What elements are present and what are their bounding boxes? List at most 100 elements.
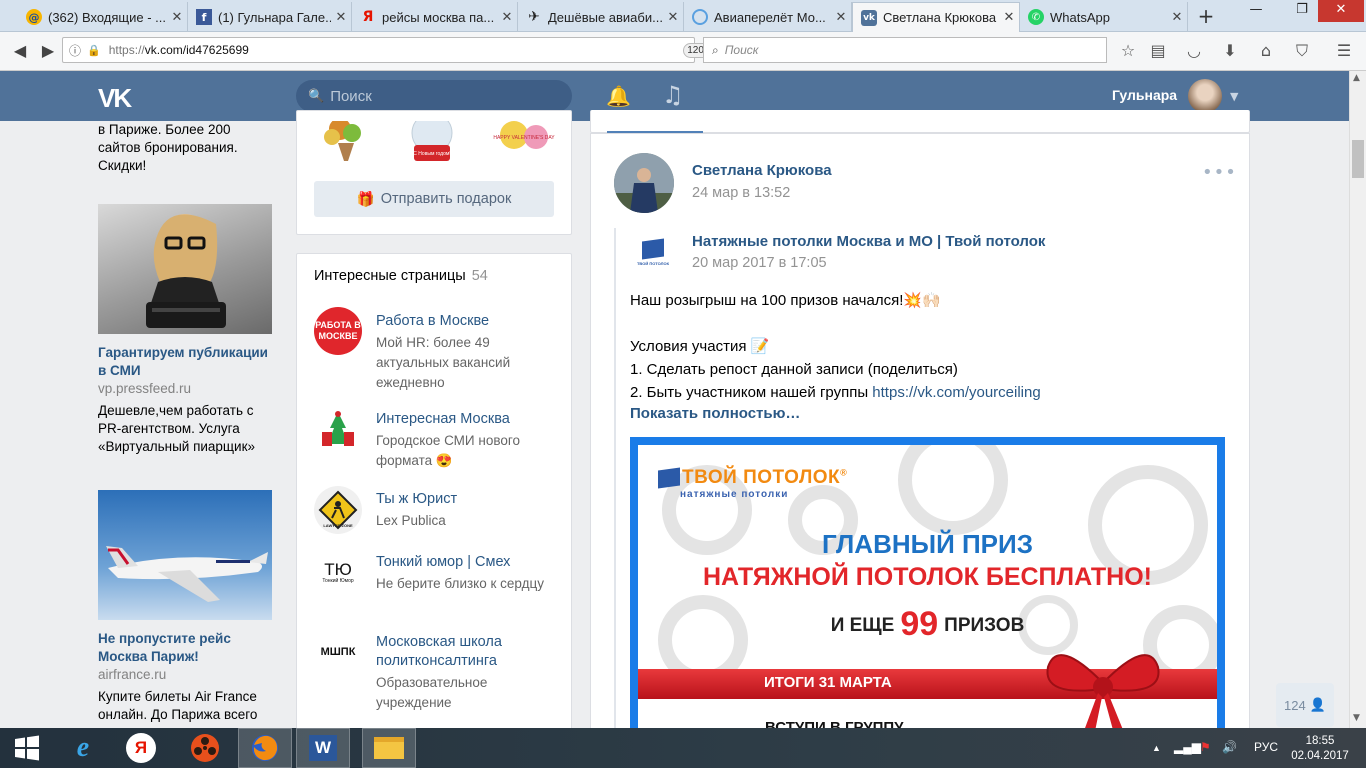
new-tab-button[interactable]: + xyxy=(1194,4,1218,28)
file-explorer-icon[interactable] xyxy=(362,728,416,768)
repost-date[interactable]: 20 мар 2017 в 17:05 xyxy=(692,255,827,271)
gift-bouquet[interactable] xyxy=(324,118,361,161)
ad-domain: airfrance.ru xyxy=(98,667,167,682)
close-icon[interactable]: ✕ xyxy=(999,10,1019,25)
tab-yandex[interactable]: Я рейсы москва па... ✕ xyxy=(352,2,518,32)
yandex-browser-icon[interactable]: Я xyxy=(114,728,168,768)
post-text-line: 1. Сделать репост данной записи (поделит… xyxy=(630,361,958,378)
banner-footer-text: ВСТУПИ В ГРУППУ xyxy=(765,719,904,728)
yandex-icon: Я xyxy=(362,9,374,25)
close-icon[interactable]: ✕ xyxy=(831,10,851,25)
gift-snowglobe[interactable]: С Новым годом! xyxy=(411,112,453,161)
page-avatar: РАБОТА В МОСКВЕ xyxy=(314,307,362,355)
interesting-page-item[interactable]: РАБОТА В МОСКВЕ Работа в Москве Мой HR: … xyxy=(314,307,554,397)
ad-title[interactable]: Не пропустите рейс Москва Париж! xyxy=(98,630,273,666)
tab-mail[interactable]: @ (362) Входящие - ... ✕ xyxy=(18,2,188,32)
volume-icon[interactable]: 🔊 xyxy=(1222,740,1237,754)
browser-search-input[interactable]: ⌕ Поиск xyxy=(703,37,1107,63)
scroll-down-icon[interactable]: ▼ xyxy=(1353,713,1360,723)
avatar[interactable] xyxy=(614,153,674,213)
pocket-icon[interactable]: ◡ xyxy=(1182,41,1206,60)
tab-facebook[interactable]: f (1) Гульнара Гале... ✕ xyxy=(188,2,352,32)
interesting-page-item[interactable]: МШПК Московская школа политконсалтинга О… xyxy=(314,628,554,718)
bell-icon[interactable]: 🔔 xyxy=(606,84,631,108)
scrollbar-thumb[interactable] xyxy=(1352,140,1364,178)
ad-image-typewriter-woman[interactable] xyxy=(98,204,272,334)
word-icon[interactable]: W xyxy=(296,728,350,768)
interesting-page-item[interactable]: Интересная Москва Городское СМИ нового ф… xyxy=(314,406,554,476)
close-icon[interactable]: ✕ xyxy=(663,10,683,25)
forward-arrow-icon[interactable]: ▶ xyxy=(36,41,60,60)
maximize-button[interactable]: ❐ xyxy=(1282,0,1322,22)
download-icon[interactable]: ⬇ xyxy=(1218,41,1242,60)
close-window-button[interactable]: ✕ xyxy=(1318,0,1364,22)
system-clock[interactable]: 18:55 02.04.2017 xyxy=(1290,734,1350,764)
close-icon[interactable]: ✕ xyxy=(1167,10,1187,25)
interesting-page-item[interactable]: LAWYER ZONE Ты ж Юрист Lex Publica xyxy=(314,486,554,538)
post-text-line: Условия участия 📝 xyxy=(630,338,770,355)
online-friends-button[interactable]: 124 👤 xyxy=(1276,683,1334,727)
reading-list-icon[interactable]: ▤ xyxy=(1146,41,1170,60)
vk-user-name[interactable]: Гульнара xyxy=(1112,87,1177,103)
avatar[interactable] xyxy=(1188,79,1222,113)
bow-icon xyxy=(1046,654,1160,728)
vk-search-input[interactable]: 🔍 Поиск xyxy=(296,80,572,112)
show-more-link[interactable]: Показать полностью… xyxy=(630,405,800,422)
internet-explorer-icon[interactable]: e xyxy=(56,728,110,768)
shield-icon[interactable]: ⛉ xyxy=(1290,41,1314,61)
tab-aviaperelet[interactable]: Авиаперелёт Мо... ✕ xyxy=(684,2,852,32)
ad-domain: vp.pressfeed.ru xyxy=(98,381,192,396)
media-player-icon[interactable] xyxy=(178,728,232,768)
info-icon[interactable]: ⓘ xyxy=(69,42,81,59)
page-avatar: LAWYER ZONE xyxy=(314,486,362,534)
flag-icon xyxy=(658,467,680,489)
close-icon[interactable]: ✕ xyxy=(167,10,187,25)
banner-ribbon-text: ИТОГИ 31 МАРТА xyxy=(764,674,892,691)
bookmark-star-icon[interactable]: ☆ xyxy=(1116,41,1140,60)
network-alert-icon[interactable]: ⚑ xyxy=(1200,740,1211,754)
banner-headline: НАТЯЖНОЙ ПОТОЛОК БЕСПЛАТНО! xyxy=(703,563,1152,591)
windows-start-icon[interactable] xyxy=(0,728,54,768)
post-text-line: 2. Быть участником нашей группы https://… xyxy=(630,384,1041,401)
interesting-pages-header[interactable]: Интересные страницы 54 xyxy=(314,268,488,284)
close-icon[interactable]: ✕ xyxy=(331,10,351,25)
tab-flights[interactable]: ✈ Дешёвые авиаби... ✕ xyxy=(518,2,684,32)
group-link[interactable]: https://vk.com/yourceiling xyxy=(872,384,1040,401)
post-image-banner[interactable]: ТВОЙ ПОТОЛОК® натяжные потолки ГЛАВНЫЙ П… xyxy=(630,437,1225,728)
decor-circle xyxy=(898,445,1008,535)
chevron-down-icon[interactable]: ▼ xyxy=(1230,90,1238,103)
ad-image-airplane[interactable] xyxy=(98,490,272,620)
menu-icon[interactable]: ☰ xyxy=(1332,41,1356,60)
scroll-up-icon[interactable]: ▲ xyxy=(1353,73,1360,83)
tab-whatsapp[interactable]: ✆ WhatsApp ✕ xyxy=(1020,2,1188,32)
language-indicator[interactable]: РУС xyxy=(1254,740,1278,754)
page-avatar: МШПК xyxy=(314,628,362,676)
send-gift-button[interactable]: 🎁 Отправить подарок xyxy=(314,181,554,217)
ads-column: в Париже. Более 200 сайтов бронирования.… xyxy=(98,121,273,728)
windows-taskbar: e Я W ▲ ▂▄▆ ⚑ 🔊 РУС 18:55 02.04.2017 xyxy=(0,728,1366,768)
more-options-icon[interactable]: ••• xyxy=(1202,162,1237,183)
firefox-icon[interactable] xyxy=(238,728,292,768)
gift-valentine[interactable]: HAPPY VALENTINE'S DAY xyxy=(493,121,555,149)
repost-group-name[interactable]: Натяжные потолки Москва и МО | Твой пото… xyxy=(692,233,1045,250)
tray-expand-icon[interactable]: ▲ xyxy=(1152,743,1161,753)
signal-icon[interactable]: ▂▄▆ xyxy=(1174,740,1201,754)
tab-vk-active[interactable]: vk Светлана Крюкова ✕ xyxy=(852,2,1020,32)
ad-title[interactable]: Гарантируем публикации в СМИ xyxy=(98,344,273,380)
page-scrollbar[interactable]: ▲ ▼ xyxy=(1349,71,1366,728)
post-date[interactable]: 24 мар в 13:52 xyxy=(692,185,790,201)
back-arrow-icon[interactable]: ◀ xyxy=(8,41,32,60)
post-author-name[interactable]: Светлана Крюкова xyxy=(692,162,832,179)
vk-logo[interactable]: VK xyxy=(98,83,132,114)
music-icon[interactable]: ♫ xyxy=(662,81,684,109)
interesting-page-item[interactable]: ТЮ Тонкий Юмор Тонкий юмор | Смех Не бер… xyxy=(314,548,554,618)
address-bar[interactable]: ⓘ 🔒 https://vk.com/id47625699 120% ↻ xyxy=(62,37,744,63)
flag-icon xyxy=(642,238,664,260)
home-icon[interactable]: ⌂ xyxy=(1254,41,1278,60)
close-icon[interactable]: ✕ xyxy=(497,10,517,25)
page-avatar xyxy=(314,406,362,454)
minimize-button[interactable]: — xyxy=(1236,0,1276,22)
facebook-icon: f xyxy=(196,9,212,25)
mail-icon: @ xyxy=(26,9,42,25)
group-avatar[interactable]: ТВОЙ ПОТОЛОК xyxy=(630,230,676,276)
